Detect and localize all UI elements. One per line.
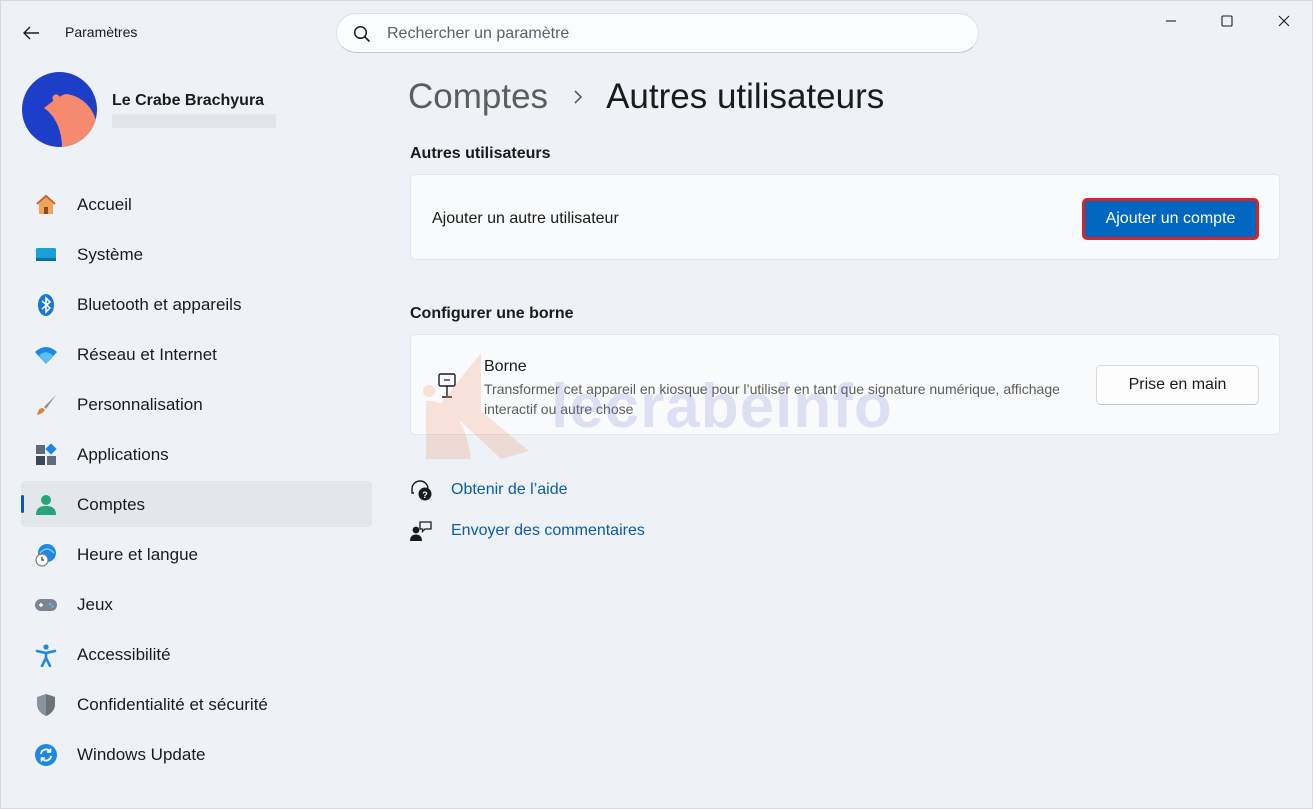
sidebar-item-windows-update[interactable]: Windows Update <box>21 731 372 777</box>
back-button[interactable] <box>15 19 47 47</box>
minimize-icon <box>1166 20 1176 22</box>
sidebar-item-label: Personnalisation <box>77 395 203 414</box>
sidebar-item-confidentialite[interactable]: Confidentialité et sécurité <box>21 681 372 727</box>
sidebar-item-label: Accueil <box>77 195 132 214</box>
sidebar-item-personnalisation[interactable]: Personnalisation <box>21 381 372 427</box>
minimize-button[interactable] <box>1143 1 1199 41</box>
sidebar-item-label: Confidentialité et sécurité <box>77 695 268 714</box>
title-bar: Paramètres <box>1 1 1312 63</box>
gamepad-icon <box>35 599 57 611</box>
search-icon <box>353 25 371 43</box>
add-user-label: Ajouter un autre utilisateur <box>432 210 619 227</box>
settings-window: Paramètres Rechercher un paramètre Le Cr… <box>0 0 1313 809</box>
update-icon <box>35 744 57 766</box>
sidebar-item-label: Accessibilité <box>77 645 171 664</box>
search-box[interactable] <box>336 13 979 53</box>
avatar-image-icon <box>22 72 97 147</box>
breadcrumb: Comptes Autres utilisateurs <box>408 75 884 119</box>
accounts-icon <box>36 495 56 515</box>
sidebar-item-label: Heure et langue <box>77 545 198 564</box>
sidebar-item-applications[interactable]: Applications <box>21 431 372 477</box>
sidebar-item-label: Applications <box>77 445 169 464</box>
home-icon <box>36 194 56 214</box>
kiosk-title: Borne <box>484 358 527 375</box>
search-input[interactable] <box>387 22 947 46</box>
kiosk-description: Transformer cet appareil en kiosque pour… <box>484 381 1060 417</box>
sidebar-item-label: Système <box>77 245 144 264</box>
section-title-kiosk: Configurer une borne <box>410 305 574 322</box>
sidebar-nav: Accueil Système Bluetooth et appareils R… <box>21 181 372 781</box>
time-language-icon <box>35 544 56 567</box>
accessibility-icon <box>35 644 57 667</box>
get-started-button[interactable]: Prise en main <box>1096 365 1259 405</box>
help-link-text[interactable]: Obtenir de l’aide <box>451 481 568 499</box>
breadcrumb-parent-link[interactable]: Comptes <box>408 77 548 117</box>
avatar[interactable] <box>22 72 97 147</box>
feedback-link-text[interactable]: Envoyer des commentaires <box>451 522 645 540</box>
maximize-icon <box>1221 15 1233 27</box>
active-indicator <box>21 495 24 513</box>
section-title-other-users: Autres utilisateurs <box>410 145 551 162</box>
chevron-right-icon <box>574 90 583 104</box>
sidebar-item-systeme[interactable]: Système <box>21 231 372 277</box>
add-account-button[interactable]: Ajouter un compte <box>1082 198 1259 240</box>
sidebar-item-accessibilite[interactable]: Accessibilité <box>21 631 372 677</box>
sidebar-item-reseau[interactable]: Réseau et Internet <box>21 331 372 377</box>
close-button[interactable] <box>1256 1 1312 41</box>
sidebar-item-label: Réseau et Internet <box>77 345 217 364</box>
arrow-left-icon <box>23 26 39 40</box>
kiosk-card: Borne Transformer cet appareil en kiosqu… <box>410 334 1280 435</box>
maximize-button[interactable] <box>1199 1 1255 41</box>
sidebar-item-label: Windows Update <box>77 745 206 764</box>
add-user-card: Ajouter un autre utilisateur Ajouter un … <box>410 174 1280 260</box>
feedback-link[interactable]: Envoyer des commentaires <box>410 518 645 544</box>
app-title: Paramètres <box>65 24 138 40</box>
sidebar-item-label: Comptes <box>77 495 146 514</box>
page-title: Autres utilisateurs <box>606 77 885 116</box>
shield-icon <box>37 694 55 716</box>
sidebar-item-bluetooth[interactable]: Bluetooth et appareils <box>21 281 372 327</box>
help-icon: ? <box>411 480 432 501</box>
sidebar-item-jeux[interactable]: Jeux <box>21 581 372 627</box>
sidebar-item-accueil[interactable]: Accueil <box>21 181 372 227</box>
sidebar-item-label: Bluetooth et appareils <box>77 295 242 314</box>
brush-icon <box>37 395 56 415</box>
sidebar-item-comptes[interactable]: Comptes <box>21 481 372 527</box>
sidebar-item-label: Jeux <box>77 595 113 614</box>
bluetooth-icon <box>38 294 54 316</box>
kiosk-icon <box>438 373 456 398</box>
wifi-icon <box>35 347 57 364</box>
apps-icon <box>36 443 57 465</box>
svg-text:?: ? <box>422 490 428 500</box>
help-link[interactable]: ? Obtenir de l’aide <box>410 477 568 503</box>
feedback-icon <box>410 521 432 541</box>
user-email-redacted <box>112 114 276 128</box>
user-name: Le Crabe Brachyura <box>112 92 265 109</box>
close-icon <box>1278 15 1290 27</box>
system-icon <box>36 248 56 261</box>
sidebar-item-heure-langue[interactable]: Heure et langue <box>21 531 372 577</box>
